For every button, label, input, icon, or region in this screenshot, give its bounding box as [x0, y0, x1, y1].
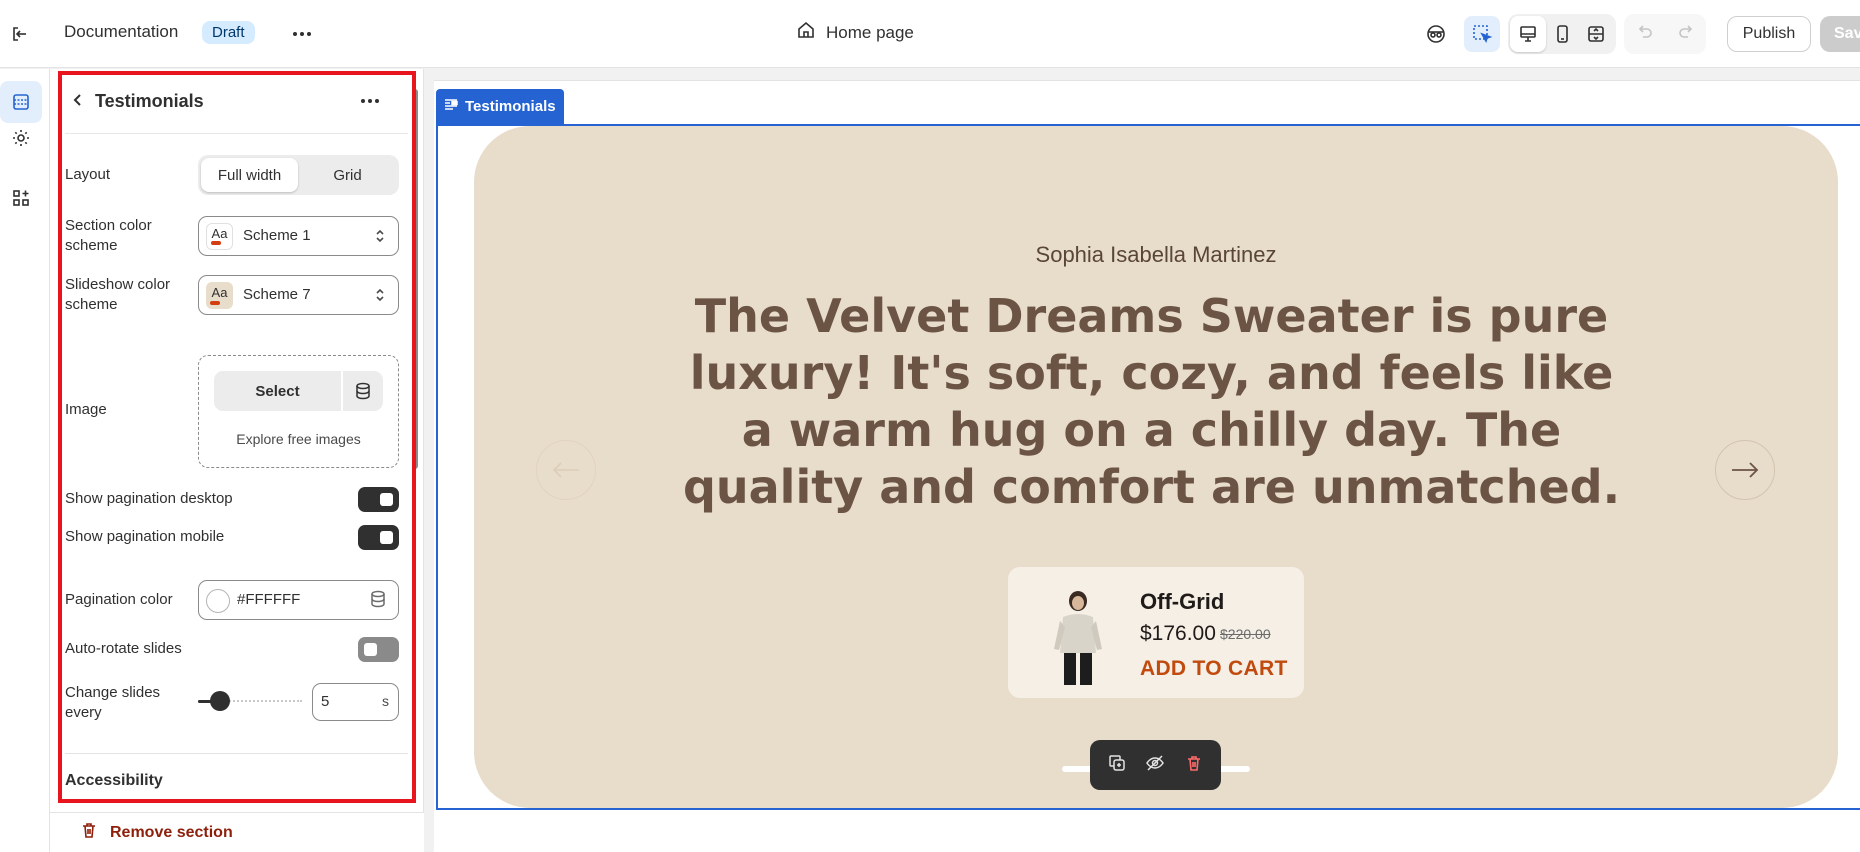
redo-icon[interactable] [1677, 23, 1695, 46]
app-embed-icon[interactable] [1418, 16, 1454, 52]
pagination-color-label: Pagination color [65, 591, 173, 608]
divider [65, 133, 408, 134]
more-options-icon[interactable] [354, 87, 386, 115]
slideshow-color-scheme-label: Slideshow color scheme [65, 276, 171, 313]
next-slide-button[interactable] [1715, 440, 1775, 500]
pagination-color-value: #FFFFFF [237, 591, 301, 608]
chevron-up-down-icon [374, 285, 386, 310]
section-tag-label: Testimonials [465, 98, 556, 115]
select-image-button[interactable]: Select [214, 371, 341, 411]
auto-rotate-label: Auto-rotate slides [65, 640, 182, 657]
hide-icon[interactable] [1145, 754, 1165, 777]
section-color-scheme-select[interactable]: Aa Scheme 1 [198, 216, 399, 256]
change-slides-slider[interactable] [198, 691, 302, 711]
section-icon [444, 98, 458, 116]
database-icon[interactable] [343, 371, 383, 411]
page-name: Home page [826, 22, 914, 42]
section-color-scheme-value: Scheme 1 [243, 227, 311, 244]
product-price: $176.00 [1140, 622, 1216, 645]
mobile-icon[interactable] [1544, 16, 1580, 52]
remove-section-button[interactable]: Remove section [80, 821, 233, 844]
change-slides-input[interactable]: 5 s [312, 683, 399, 721]
section-color-scheme-label: Section color scheme [65, 217, 152, 254]
panel-title: Testimonials [95, 91, 204, 111]
color-swatch[interactable] [206, 589, 230, 613]
exit-icon[interactable] [6, 20, 34, 48]
status-badge: Draft [202, 21, 255, 44]
top-bar: Documentation Draft Home page Publish Sa… [0, 0, 1860, 68]
slideshow-color-scheme-value: Scheme 7 [243, 286, 311, 303]
pagination-desktop-label: Show pagination desktop [65, 490, 233, 507]
inspector-icon[interactable] [1464, 16, 1500, 52]
change-slides-label: Change slides every [65, 684, 161, 721]
scheme-swatch: Aa [206, 282, 233, 309]
back-chevron-icon[interactable] [66, 87, 90, 113]
pagination-mobile-toggle[interactable] [358, 525, 399, 550]
apps-icon[interactable] [0, 177, 42, 219]
explore-free-images-link[interactable]: Explore free images [199, 431, 398, 447]
product-image[interactable] [1048, 587, 1108, 687]
pagination-mobile-label: Show pagination mobile [65, 528, 225, 545]
section-tag[interactable]: Testimonials [436, 89, 564, 124]
change-slides-unit: s [382, 693, 389, 709]
desktop-icon[interactable] [1510, 16, 1546, 52]
full-screen-icon[interactable] [1578, 16, 1614, 52]
auto-rotate-toggle[interactable] [358, 637, 399, 662]
pagination-color-field[interactable]: #FFFFFF [198, 580, 399, 620]
page-selector[interactable]: Home page [796, 20, 914, 45]
duplicate-icon[interactable] [1108, 754, 1126, 777]
chevron-up-down-icon [374, 226, 386, 251]
left-rail [0, 69, 50, 852]
layout-label: Layout [65, 166, 111, 183]
panel-scrollbar[interactable] [412, 89, 418, 469]
image-picker: Select Explore free images [198, 355, 399, 468]
testimonial-quote: The Velvet Dreams Sweater is pure luxury… [682, 289, 1621, 514]
pagination-desktop-toggle[interactable] [358, 487, 399, 512]
database-icon[interactable] [370, 590, 386, 613]
section-action-bar [1090, 740, 1221, 790]
slider-thumb[interactable] [210, 691, 230, 711]
previous-slide-button[interactable] [536, 440, 596, 500]
testimonial-slide: Sophia Isabella Martinez The Velvet Drea… [474, 126, 1838, 808]
accessibility-heading[interactable]: Accessibility [65, 772, 163, 790]
store-name[interactable]: Documentation [64, 22, 178, 42]
change-slides-value: 5 [321, 693, 330, 710]
panel-footer: Remove section [50, 812, 424, 852]
device-switcher [1508, 14, 1616, 54]
product-card[interactable]: Off-Grid $176.00 $220.00 ADD TO CART [1008, 567, 1304, 698]
divider [65, 753, 408, 754]
layout-segmented-control: Full width Grid [198, 155, 399, 195]
add-to-cart-button[interactable]: ADD TO CART [1140, 657, 1288, 681]
more-options-icon[interactable] [286, 20, 318, 48]
home-icon [796, 20, 816, 45]
history-controls [1624, 14, 1706, 54]
image-label: Image [65, 401, 107, 418]
settings-panel: Testimonials Layout Full width Grid Sect… [50, 69, 424, 852]
undo-icon[interactable] [1636, 23, 1654, 46]
scheme-swatch: Aa [206, 223, 233, 250]
publish-button[interactable]: Publish [1727, 16, 1811, 52]
slideshow-color-scheme-select[interactable]: Aa Scheme 7 [198, 275, 399, 315]
testimonial-author: Sophia Isabella Martinez [1035, 242, 1277, 267]
save-button[interactable]: Save [1820, 16, 1860, 52]
remove-section-label: Remove section [110, 823, 233, 841]
product-name[interactable]: Off-Grid [1140, 589, 1224, 615]
layout-option-grid[interactable]: Grid [299, 158, 396, 192]
delete-icon[interactable] [1185, 754, 1203, 777]
settings-gear-icon[interactable] [0, 117, 42, 159]
product-compare-price: $220.00 [1220, 626, 1271, 642]
layout-option-full-width[interactable]: Full width [201, 158, 298, 192]
trash-icon [80, 821, 98, 844]
